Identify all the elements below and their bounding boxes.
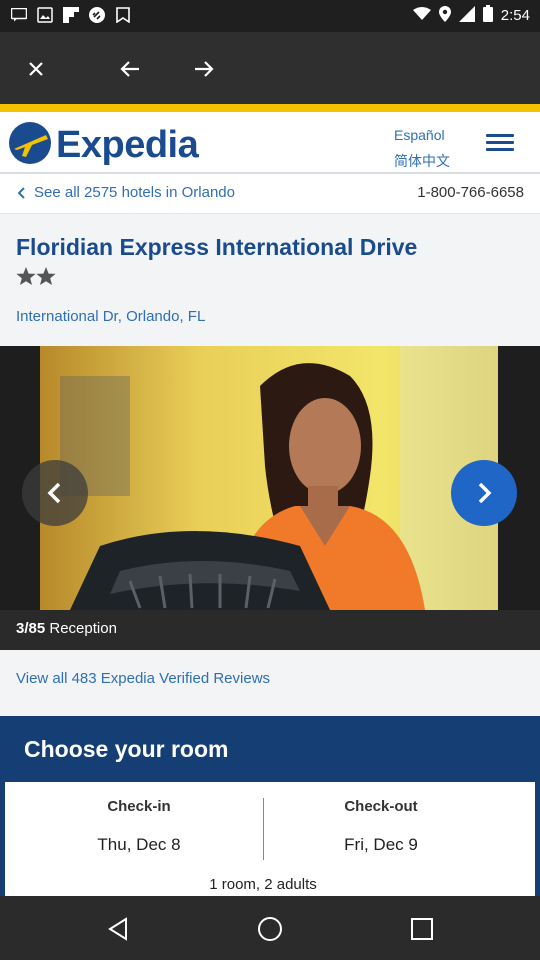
- checkin-value: Thu, Dec 8: [97, 835, 181, 854]
- message-icon: [10, 6, 28, 24]
- accent-bar: [0, 104, 540, 112]
- breadcrumb-text: See all 2575 hotels in Orlando: [34, 184, 235, 201]
- phone-number[interactable]: 1-800-766-6658: [417, 184, 524, 201]
- hotel-info: Floridian Express International Drive In…: [0, 214, 540, 346]
- chevron-left-icon: [18, 186, 25, 199]
- checkin-field[interactable]: Check-in Thu, Dec 8: [9, 798, 269, 855]
- location-icon: [438, 5, 451, 26]
- nav-back-icon[interactable]: [106, 916, 132, 942]
- language-links: Español 简体中文: [394, 122, 450, 174]
- address-state: FL: [187, 308, 206, 325]
- dates-card: Check-in Thu, Dec 8 Check-out Fri, Dec 9…: [5, 782, 535, 896]
- status-time: 2:54: [500, 7, 530, 24]
- forward-arrow-icon[interactable]: [187, 52, 221, 86]
- expedia-logo[interactable]: Expedia: [8, 118, 199, 167]
- photo-caption-text: Reception: [49, 620, 117, 637]
- link-icon: [88, 6, 106, 24]
- star-rating: [16, 266, 78, 294]
- language-espanol-link[interactable]: Español: [394, 122, 450, 148]
- breadcrumb-row: See all 2575 hotels in Orlando 1-800-766…: [0, 176, 540, 214]
- star-icon: [36, 267, 56, 285]
- bookmark-icon: [114, 6, 132, 24]
- see-all-hotels-link[interactable]: See all 2575 hotels in Orlando: [18, 184, 235, 201]
- view-reviews-link[interactable]: View all 483 Expedia Verified Reviews: [16, 670, 270, 687]
- nav-home-icon[interactable]: [257, 916, 283, 942]
- expedia-globe-icon: [9, 121, 51, 164]
- checkin-label: Check-in: [107, 798, 171, 815]
- choose-room-section: Choose your room Check-in Thu, Dec 8 Che…: [0, 716, 540, 896]
- battery-icon: [482, 5, 493, 26]
- photo-counter: 3/85: [16, 620, 46, 637]
- nav-recents-icon[interactable]: [409, 916, 435, 942]
- browser-toolbar: [0, 32, 540, 104]
- back-arrow-icon[interactable]: [113, 52, 147, 86]
- half-star-icon: [56, 267, 75, 285]
- gallery-prev-button[interactable]: [22, 460, 88, 526]
- wifi-icon: [412, 6, 431, 25]
- hotel-address[interactable]: International Dr, Orlando, FL: [16, 308, 205, 325]
- hamburger-menu-icon[interactable]: [486, 134, 514, 154]
- guests-selector[interactable]: 1 room, 2 adults: [5, 876, 521, 893]
- flipboard-icon: [62, 6, 80, 24]
- gallery-next-button[interactable]: [451, 460, 517, 526]
- photo-gallery: 3/85 Reception: [0, 346, 540, 650]
- reviews-row: View all 483 Expedia Verified Reviews: [0, 650, 540, 716]
- chevron-left-icon: [47, 482, 61, 504]
- cellular-icon: [458, 5, 475, 26]
- address-city: Orlando,: [126, 308, 184, 325]
- checkout-label: Check-out: [344, 798, 418, 815]
- logo-text: Expedia: [56, 124, 199, 166]
- choose-room-title: Choose your room: [24, 736, 229, 762]
- star-icon: [16, 267, 36, 285]
- address-street: International Dr,: [16, 308, 122, 325]
- site-header: Expedia Español 简体中文: [0, 112, 540, 174]
- close-icon[interactable]: [19, 52, 53, 86]
- system-nav-bar: [0, 896, 540, 960]
- hotel-photo[interactable]: [40, 346, 498, 610]
- photo-caption: 3/85 Reception: [0, 610, 540, 650]
- chevron-right-icon: [478, 482, 492, 504]
- status-bar: 2:54: [0, 0, 540, 32]
- photo-icon: [36, 6, 54, 24]
- language-chinese-link[interactable]: 简体中文: [394, 148, 450, 174]
- checkout-field[interactable]: Check-out Fri, Dec 9: [251, 798, 511, 855]
- hotel-name: Floridian Express International Drive: [16, 234, 418, 260]
- checkout-value: Fri, Dec 9: [344, 835, 418, 854]
